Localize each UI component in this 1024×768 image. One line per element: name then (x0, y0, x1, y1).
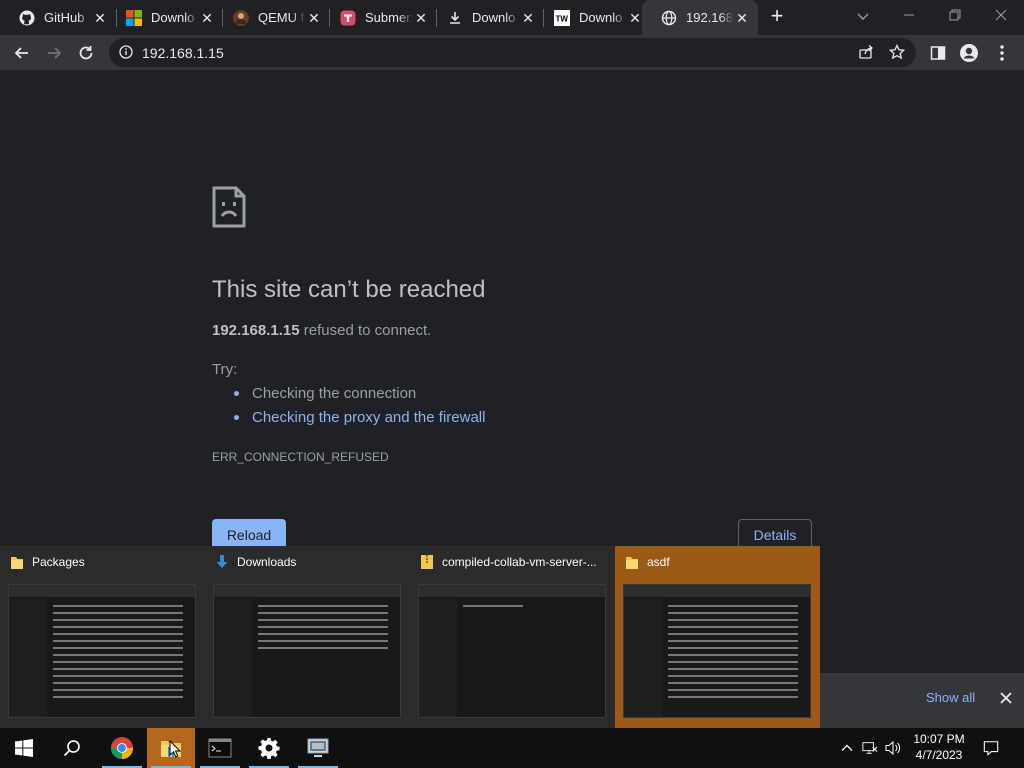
kebab-menu-icon[interactable] (990, 41, 1014, 65)
tab-title: Submen (365, 10, 413, 25)
window-preview (418, 584, 606, 718)
tab-download[interactable]: Downlo ✕ (428, 0, 544, 35)
close-icon[interactable]: ✕ (199, 10, 215, 26)
globe-icon (661, 10, 677, 26)
chrome-icon[interactable] (98, 728, 146, 768)
volume-icon[interactable] (885, 740, 901, 756)
search-icon[interactable] (48, 728, 96, 768)
close-icon[interactable]: ✕ (92, 10, 108, 26)
thumbnail-title: Downloads (237, 555, 297, 569)
thumbnail-asdf[interactable]: asdf (615, 546, 820, 728)
close-icon[interactable]: ✕ (627, 10, 643, 26)
restore-button[interactable] (932, 0, 978, 30)
try-label: Try: (212, 361, 238, 378)
tab-strip: GitHub ✕ Downlo ✕ QEMU f ✕ Submen ✕ Down… (0, 0, 1024, 35)
minimize-button[interactable] (886, 0, 932, 30)
tab-title: GitHub (44, 10, 85, 25)
back-button[interactable] (10, 41, 34, 65)
download-icon (447, 10, 463, 26)
window-preview (623, 584, 811, 718)
browser-toolbar: 192.168.1.15 (0, 35, 1024, 70)
window-preview (8, 584, 196, 718)
suggestion-link[interactable]: Checking the proxy and the firewall (252, 409, 485, 426)
settings-gear-icon[interactable] (245, 728, 293, 768)
tw-icon: TW (554, 9, 570, 26)
close-icon[interactable]: ✕ (306, 10, 322, 26)
virtual-machine-icon[interactable] (294, 728, 342, 768)
close-icon[interactable]: ✕ (520, 10, 536, 26)
error-code: ERR_CONNECTION_REFUSED (212, 450, 389, 464)
tab-title: QEMU f (258, 10, 305, 25)
suggestion-item: Checking the connection (234, 385, 416, 402)
window-close-button[interactable] (978, 0, 1024, 30)
tab-github[interactable]: GitHub ✕ (0, 0, 116, 35)
tab-active-192[interactable]: 192.168 ✕ (642, 0, 758, 35)
microsoft-icon (126, 9, 142, 26)
github-icon (19, 10, 35, 26)
app-icon (340, 10, 356, 26)
sad-page-icon (212, 186, 246, 233)
tab-title: 192.168 (686, 10, 733, 25)
chevron-down-icon[interactable] (855, 8, 871, 24)
close-icon[interactable]: ✕ (734, 10, 750, 26)
bookmark-star-icon[interactable] (888, 43, 906, 65)
profile-avatar-icon[interactable] (957, 41, 981, 65)
clock-time: 10:07 PM (913, 732, 965, 746)
error-host: 192.168.1.15 (212, 322, 300, 339)
error-desc-suffix: refused to connect. (299, 322, 432, 339)
network-icon[interactable] (862, 740, 878, 756)
error-description: 192.168.1.15 refused to connect. (212, 322, 431, 339)
download-arrow-icon (215, 554, 229, 570)
forward-button[interactable] (42, 41, 66, 65)
tab-microsoft-download[interactable]: Downlo ✕ (107, 0, 223, 35)
thumbnail-title: asdf (647, 555, 670, 569)
close-icon[interactable]: ✕ (413, 10, 429, 26)
thumbnail-compiled-collab[interactable]: compiled-collab-vm-server-... (410, 546, 615, 728)
window-preview (213, 584, 401, 718)
terminal-icon[interactable] (196, 728, 244, 768)
folder-icon (10, 554, 24, 570)
side-panel-icon[interactable] (926, 41, 950, 65)
tab-tw-download[interactable]: TW Downlo ✕ (535, 0, 651, 35)
tab-title: Downlo (151, 10, 195, 25)
show-all-link[interactable]: Show all (926, 690, 975, 705)
tab-title: Downlo (472, 10, 516, 25)
bullet (234, 415, 239, 420)
error-title: This site can’t be reached (212, 276, 486, 303)
windows-taskbar: 10:07 PM 4/7/2023 (0, 728, 1024, 768)
share-icon[interactable] (858, 44, 874, 65)
url-text[interactable]: 192.168.1.15 (142, 45, 224, 61)
info-icon[interactable] (119, 45, 133, 64)
thumbnail-title: Packages (32, 555, 85, 569)
avatar-icon (233, 9, 249, 26)
system-clock[interactable]: 10:07 PM 4/7/2023 (912, 731, 966, 763)
tab-submenu[interactable]: Submen ✕ (321, 0, 437, 35)
close-icon[interactable] (998, 690, 1014, 706)
zip-folder-icon (420, 554, 434, 570)
tab-title: Downlo (579, 10, 623, 25)
clock-date: 4/7/2023 (915, 748, 963, 762)
suggestion-text: Checking the connection (252, 385, 417, 402)
svg-text:TW: TW (556, 14, 569, 23)
download-bar-right (820, 673, 1024, 728)
address-bar[interactable]: 192.168.1.15 (109, 38, 916, 67)
tab-qemu[interactable]: QEMU f ✕ (214, 0, 330, 35)
suggestion-item-link[interactable]: Checking the proxy and the firewall (234, 409, 485, 426)
thumbnail-downloads[interactable]: Downloads (205, 546, 410, 728)
start-button[interactable] (0, 728, 48, 768)
chevron-up-icon[interactable] (839, 740, 855, 756)
thumbnail-title: compiled-collab-vm-server-... (442, 555, 597, 569)
new-tab-button[interactable]: + (766, 5, 788, 28)
folder-icon (625, 554, 639, 570)
thumbnail-packages[interactable]: Packages (0, 546, 205, 728)
file-explorer-icon[interactable] (147, 728, 195, 768)
taskbar-thumbnail-popup: Packages Downloads compiled-collab-vm-se… (0, 546, 820, 728)
notification-icon[interactable] (983, 740, 999, 756)
reload-icon[interactable] (74, 41, 98, 65)
bullet (234, 391, 239, 396)
